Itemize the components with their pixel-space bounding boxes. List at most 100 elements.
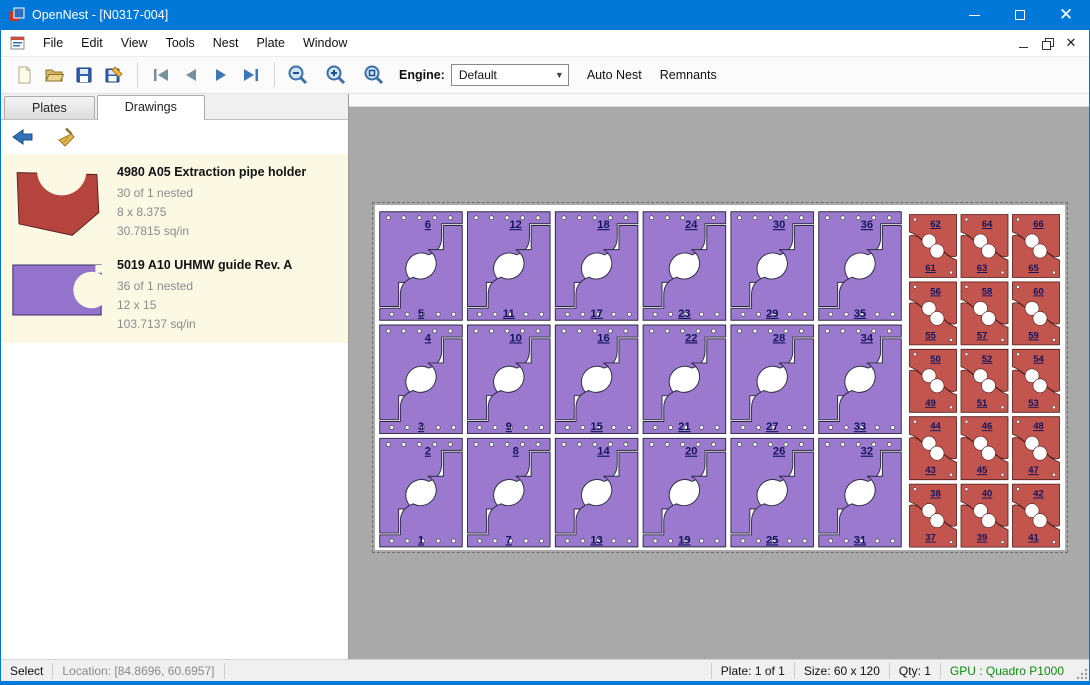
drill-hole: [844, 312, 848, 316]
part-number-label: 37: [925, 533, 936, 544]
save-as-button[interactable]: [99, 60, 129, 90]
part-number-label: 20: [685, 446, 697, 458]
part-number-label: 24: [685, 219, 698, 231]
drill-hole: [825, 329, 829, 333]
zoom-in-button[interactable]: [321, 60, 351, 90]
part-cutout: [1033, 311, 1047, 325]
part-number-label: 23: [678, 308, 690, 320]
status-bar: Select Location: [84.8696, 60.6957] Plat…: [1, 659, 1089, 681]
plate[interactable]: 6512111817242330293635431091615222128273…: [375, 205, 1065, 550]
part-number-label: 16: [597, 332, 609, 344]
drill-hole: [887, 216, 891, 220]
part-number-label: 42: [1033, 489, 1044, 500]
main-toolbar: Engine: Default ▼ Auto Nest Remnants: [1, 57, 1089, 94]
drill-hole: [665, 216, 669, 220]
part-cutout: [982, 514, 996, 528]
save-button[interactable]: [69, 60, 99, 90]
content-area: Plates Drawings: [1, 94, 1089, 659]
resize-grip-icon[interactable]: [1075, 662, 1089, 680]
drill-hole: [1053, 406, 1056, 409]
new-button[interactable]: [9, 60, 39, 90]
drill-hole: [624, 442, 628, 446]
child-restore-button[interactable]: [1035, 33, 1059, 53]
last-plate-button[interactable]: [236, 60, 266, 90]
part-number-label: 61: [925, 263, 936, 274]
drill-hole: [875, 312, 879, 316]
part-number-label: 60: [1033, 286, 1044, 297]
part-number-label: 3: [418, 421, 424, 433]
close-button[interactable]: ✕: [1043, 0, 1089, 30]
drawing-info: 5019 A10 UHMW guide Rev. A 36 of 1 neste…: [117, 254, 292, 335]
first-plate-button[interactable]: [146, 60, 176, 90]
maximize-button[interactable]: [997, 0, 1043, 30]
part-cutout: [930, 446, 944, 460]
engine-select[interactable]: Default ▼: [451, 64, 569, 86]
drill-hole: [891, 312, 895, 316]
drawings-toolbar: [1, 120, 348, 154]
drill-hole: [844, 539, 848, 543]
drill-hole: [417, 329, 421, 333]
drill-hole: [803, 426, 807, 430]
drill-hole: [650, 442, 654, 446]
tab-plates[interactable]: Plates: [4, 96, 95, 119]
part-number-label: 51: [977, 398, 988, 409]
drill-hole: [887, 442, 891, 446]
menu-item-window[interactable]: Window: [294, 31, 356, 55]
auto-nest-button[interactable]: Auto Nest: [587, 68, 642, 82]
minimize-button[interactable]: [951, 0, 997, 30]
drill-hole: [433, 216, 437, 220]
drill-hole: [474, 329, 478, 333]
menu-item-edit[interactable]: Edit: [72, 31, 112, 55]
zoom-out-button[interactable]: [283, 60, 313, 90]
open-button[interactable]: [39, 60, 69, 90]
menu-item-tools[interactable]: Tools: [157, 31, 204, 55]
part-number-label: 15: [590, 421, 602, 433]
import-drawing-button[interactable]: [9, 124, 37, 150]
drill-hole: [405, 426, 409, 430]
drill-hole: [593, 216, 597, 220]
drawing-list-item[interactable]: 4980 A05 Extraction pipe holder 30 of 1 …: [1, 156, 348, 249]
drill-hole: [627, 539, 631, 543]
child-close-button[interactable]: ✕: [1059, 33, 1083, 53]
menu-item-view[interactable]: View: [112, 31, 157, 55]
part-number-label: 45: [977, 465, 988, 476]
drawing-list: 4980 A05 Extraction pipe holder 30 of 1 …: [1, 154, 348, 343]
drill-hole: [1001, 271, 1004, 274]
part-number-label: 18: [597, 219, 609, 231]
clear-drawings-button[interactable]: [51, 124, 79, 150]
drawing-list-item[interactable]: 5019 A10 UHMW guide Rev. A 36 of 1 neste…: [1, 249, 348, 342]
menu-item-plate[interactable]: Plate: [247, 31, 294, 55]
drill-hole: [565, 539, 569, 543]
drill-hole: [448, 329, 452, 333]
drill-hole: [524, 312, 528, 316]
tab-drawings[interactable]: Drawings: [97, 95, 205, 120]
next-plate-button[interactable]: [206, 60, 236, 90]
previous-plate-button[interactable]: [176, 60, 206, 90]
part-number-label: 4: [425, 332, 432, 344]
child-minimize-button[interactable]: [1011, 33, 1035, 53]
drill-hole: [669, 426, 673, 430]
part-number-label: 6: [425, 219, 431, 231]
drill-hole: [965, 488, 968, 491]
drill-hole: [402, 329, 406, 333]
drill-hole: [856, 329, 860, 333]
part-number-label: 33: [854, 421, 866, 433]
menu-item-nest[interactable]: Nest: [204, 31, 248, 55]
drawing-nested-count: 30 of 1 nested: [117, 184, 306, 203]
part-number-label: 30: [773, 219, 785, 231]
menu-item-file[interactable]: File: [34, 31, 72, 55]
drill-hole: [524, 539, 528, 543]
drill-hole: [950, 338, 953, 341]
nest-canvas[interactable]: 6512111817242330293635431091615222128273…: [349, 94, 1089, 659]
part-number-label: 59: [1028, 330, 1039, 341]
drill-hole: [581, 539, 585, 543]
drill-hole: [493, 426, 497, 430]
drill-hole: [653, 539, 657, 543]
drill-hole: [769, 442, 773, 446]
drill-hole: [436, 426, 440, 430]
part-number-label: 29: [766, 308, 778, 320]
zoom-fit-button[interactable]: [359, 60, 389, 90]
drill-hole: [540, 426, 544, 430]
drill-hole: [490, 216, 494, 220]
remnants-button[interactable]: Remnants: [660, 68, 717, 82]
